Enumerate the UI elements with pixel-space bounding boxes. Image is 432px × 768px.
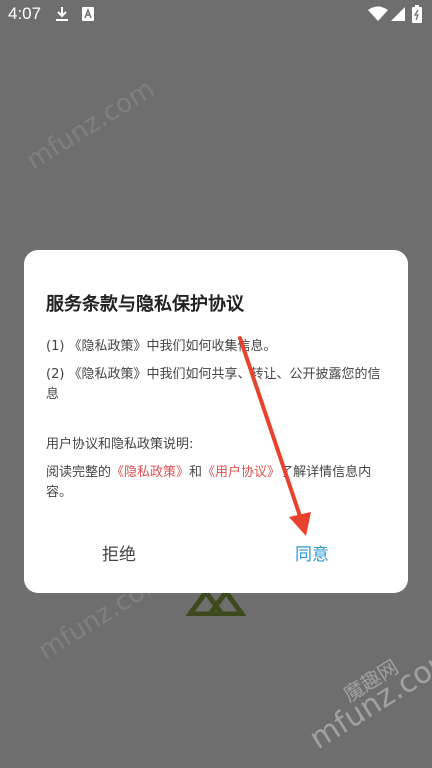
user-agreement-link[interactable]: 《用户协议》: [202, 465, 280, 480]
a-notification-icon: [82, 7, 94, 21]
status-bar: 4:07: [0, 0, 432, 30]
app-logo-icon: [186, 590, 246, 616]
dialog-actions: 拒绝 同意: [24, 513, 408, 593]
battery-icon: [412, 5, 422, 23]
agree-button[interactable]: 同意: [267, 535, 357, 575]
privacy-policy-link[interactable]: 《隐私政策》: [111, 465, 189, 480]
policy-item-1: (1) 《隐私政策》中我们如何收集信息。: [46, 339, 277, 354]
watermark-text: mfunz.com: [21, 73, 160, 177]
signal-icon: [391, 7, 405, 21]
read-prefix: 阅读完整的: [46, 465, 112, 480]
dialog-title: 服务条款与隐私保护协议: [46, 294, 244, 315]
explain-heading: 用户协议和隐私政策说明:: [46, 437, 194, 452]
download-icon: [56, 7, 68, 21]
policy-item-2: (2) 《隐私政策》中我们如何共享、转让、公开披露您的信息: [46, 367, 381, 402]
wifi-icon: [368, 6, 388, 21]
and-text: 和: [189, 465, 203, 480]
reject-button[interactable]: 拒绝: [74, 535, 164, 575]
privacy-dialog: 服务条款与隐私保护协议 (1) 《隐私政策》中我们如何收集信息。 (2) 《隐私…: [24, 250, 408, 593]
status-time: 4:07: [8, 4, 42, 23]
dialog-body: (1) 《隐私政策》中我们如何收集信息。 (2) 《隐私政策》中我们如何共享、转…: [46, 337, 386, 511]
read-sentence: 阅读完整的《隐私政策》和《用户协议》了解详情信息内容。: [46, 463, 386, 503]
